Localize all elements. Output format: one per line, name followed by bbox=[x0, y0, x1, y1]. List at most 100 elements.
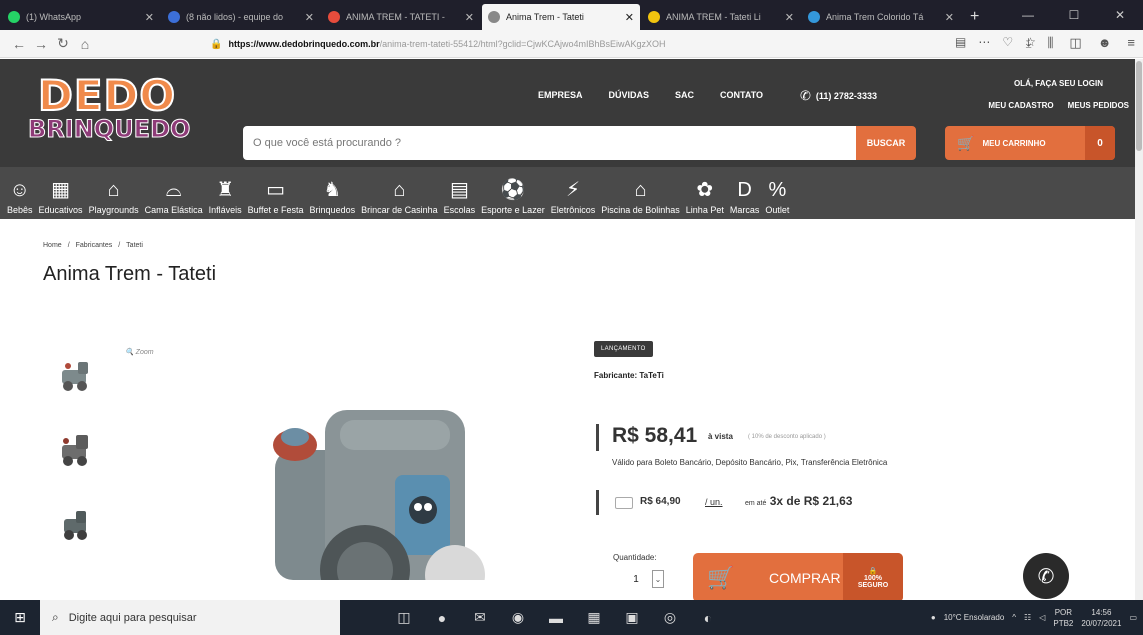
minimize-icon[interactable]: — bbox=[1005, 0, 1051, 30]
tab-close-icon[interactable]: ✕ bbox=[945, 11, 954, 24]
chrome-icon[interactable]: ◎ bbox=[656, 604, 684, 632]
menu-icon[interactable]: ≡ bbox=[1127, 35, 1135, 51]
reload-icon[interactable]: ↻ bbox=[52, 35, 74, 52]
language-indicator[interactable]: POR PTB2 bbox=[1053, 607, 1073, 629]
category-item[interactable]: ♞ Brinquedos bbox=[307, 167, 359, 219]
browser-tab[interactable]: ANIMA TREM - TATETI - ✕ bbox=[322, 4, 480, 30]
nav-sac[interactable]: SAC bbox=[675, 90, 694, 100]
mail-icon[interactable]: ✉ bbox=[466, 604, 494, 632]
zoom-link[interactable]: 🔍 Zoom bbox=[125, 348, 154, 356]
category-icon: ▤ bbox=[449, 179, 469, 201]
firefox-icon[interactable]: ◐ bbox=[694, 604, 722, 632]
category-item[interactable]: ▭ Buffet e Festa bbox=[245, 167, 307, 219]
category-item[interactable]: D Marcas bbox=[727, 167, 763, 219]
category-item[interactable]: ♜ Infláveis bbox=[206, 167, 245, 219]
tab-close-icon[interactable]: ✕ bbox=[625, 11, 634, 24]
download-icon[interactable]: ⤓ bbox=[1026, 35, 1032, 51]
category-label: Buffet e Festa bbox=[247, 205, 304, 215]
manufacturer[interactable]: Fabricante: TaTeTi bbox=[594, 371, 664, 380]
tab-favicon-icon bbox=[328, 11, 340, 23]
browser-tab[interactable]: Anima Trem - Tateti ✕ bbox=[482, 4, 640, 30]
my-orders-link[interactable]: MEUS PEDIDOS bbox=[1068, 101, 1129, 110]
weather-text[interactable]: 10°C Ensolarado bbox=[944, 613, 1005, 622]
taskbar-search[interactable]: ⌕ Digite aqui para pesquisar bbox=[40, 600, 340, 635]
product-thumbnail-3[interactable] bbox=[56, 505, 96, 541]
search-button[interactable]: BUSCAR bbox=[856, 126, 916, 160]
login-link[interactable]: OLÁ, FAÇA SEU LOGIN bbox=[988, 79, 1103, 88]
lock-icon: 🔒 bbox=[210, 38, 223, 50]
tab-close-icon[interactable]: ✕ bbox=[145, 11, 154, 24]
category-item[interactable]: ⚽ Esporte e Lazer bbox=[478, 167, 548, 219]
category-icon: ⌂ bbox=[107, 179, 120, 201]
browser-tab[interactable]: (1) WhatsApp ✕ bbox=[2, 4, 160, 30]
category-item[interactable]: ⌂ Piscina de Bolinhas bbox=[598, 167, 683, 219]
tab-close-icon[interactable]: ✕ bbox=[465, 11, 474, 24]
forward-icon[interactable]: → bbox=[30, 36, 52, 52]
page-scrollbar[interactable] bbox=[1135, 59, 1143, 600]
whatsapp-chat-button[interactable]: ✆ bbox=[1023, 553, 1069, 599]
product-thumbnail-1[interactable] bbox=[56, 356, 96, 392]
more-icon[interactable]: ⋯ bbox=[978, 35, 990, 49]
chevron-down-icon[interactable]: ⌄ bbox=[652, 570, 664, 588]
browser-tab[interactable]: ANIMA TREM - Tateti Li ✕ bbox=[642, 4, 800, 30]
category-item[interactable]: ▤ Escolas bbox=[441, 167, 479, 219]
clock[interactable]: 14:56 20/07/2021 bbox=[1081, 607, 1121, 629]
cart-button[interactable]: 🛒 MEU CARRINHO 0 bbox=[945, 126, 1115, 160]
category-item[interactable]: ☺ Bebês bbox=[4, 167, 36, 219]
buy-label: COMPRAR bbox=[769, 569, 841, 586]
folder-icon[interactable]: ▬ bbox=[542, 604, 570, 632]
category-item[interactable]: ⚡ Eletrônicos bbox=[548, 167, 599, 219]
category-item[interactable]: ⌂ Playgrounds bbox=[86, 167, 142, 219]
installment-prefix: em até bbox=[745, 500, 767, 507]
maximize-icon[interactable]: ☐ bbox=[1051, 0, 1097, 30]
close-icon[interactable]: ✕ bbox=[1097, 0, 1143, 30]
tray-arrow-icon[interactable]: ^ bbox=[1012, 613, 1016, 622]
windows-start-icon[interactable]: ⊞ bbox=[0, 600, 40, 635]
sidebar-icon[interactable]: ◫ bbox=[1069, 35, 1081, 51]
browser-tab[interactable]: Anima Trem Colorido Tá ✕ bbox=[802, 4, 960, 30]
category-item[interactable]: ⌓ Cama Elástica bbox=[142, 167, 206, 219]
tab-close-icon[interactable]: ✕ bbox=[785, 11, 794, 24]
phone-contact[interactable]: ✆ (11) 2782-3333 bbox=[800, 88, 877, 104]
nav-duvidas[interactable]: DÚVIDAS bbox=[609, 90, 650, 100]
category-item[interactable]: ✿ Linha Pet bbox=[683, 167, 727, 219]
scrollbar-thumb[interactable] bbox=[1136, 61, 1142, 151]
app-icon[interactable]: ● bbox=[428, 604, 456, 632]
breadcrumb-separator: / bbox=[118, 242, 121, 249]
account-icon[interactable]: ☻ bbox=[1098, 35, 1112, 51]
network-icon[interactable]: ☷ bbox=[1024, 613, 1031, 622]
product-main-image[interactable] bbox=[185, 410, 515, 580]
nav-contato[interactable]: CONTATO bbox=[720, 90, 763, 100]
excel-icon[interactable]: ▦ bbox=[580, 604, 608, 632]
product-thumbnail-2[interactable] bbox=[56, 431, 96, 467]
notifications-icon[interactable]: ▭ bbox=[1129, 613, 1137, 622]
back-icon[interactable]: ← bbox=[8, 36, 30, 52]
my-account-link[interactable]: MEU CADASTRO bbox=[988, 101, 1053, 110]
browser-icon[interactable]: ◉ bbox=[504, 604, 532, 632]
reader-icon[interactable]: ▤ bbox=[955, 35, 966, 49]
tab-close-icon[interactable]: ✕ bbox=[305, 11, 314, 24]
new-tab-button[interactable]: + bbox=[960, 4, 989, 30]
address-bar[interactable]: 🔒 https://www.dedobrinquedo.com.br /anim… bbox=[210, 33, 910, 55]
category-item[interactable]: % Outlet bbox=[762, 167, 792, 219]
library-icon[interactable]: ⫼ bbox=[1047, 35, 1053, 51]
search-input[interactable] bbox=[253, 137, 856, 149]
task-view-icon[interactable]: ◫ bbox=[390, 604, 418, 632]
nav-empresa[interactable]: EMPRESA bbox=[538, 90, 583, 100]
browser-tab[interactable]: (8 não lidos) - equipe do ✕ bbox=[162, 4, 320, 30]
search-field[interactable] bbox=[243, 126, 856, 160]
home-icon[interactable]: ⌂ bbox=[74, 36, 96, 52]
site-logo[interactable]: DEDO BRINQUEDO bbox=[27, 70, 208, 157]
breadcrumb-fabricantes[interactable]: Fabricantes bbox=[76, 242, 113, 249]
category-item[interactable]: ▦ Educativos bbox=[36, 167, 86, 219]
volume-icon[interactable]: ◁ bbox=[1039, 613, 1045, 622]
secure-badge: 🔒 100% SEGURO bbox=[843, 553, 903, 602]
quantity-select[interactable]: 1 ⌄ bbox=[620, 567, 682, 591]
category-item[interactable]: ⌂ Brincar de Casinha bbox=[358, 167, 441, 219]
pocket-icon[interactable]: ♡ bbox=[1002, 35, 1013, 49]
category-label: Educativos bbox=[38, 205, 83, 215]
category-icon: ♜ bbox=[216, 179, 235, 201]
breadcrumb-home[interactable]: Home bbox=[43, 242, 62, 249]
buy-button[interactable]: 🛒 COMPRAR 🔒 100% SEGURO bbox=[693, 553, 903, 602]
word-icon[interactable]: ▣ bbox=[618, 604, 646, 632]
